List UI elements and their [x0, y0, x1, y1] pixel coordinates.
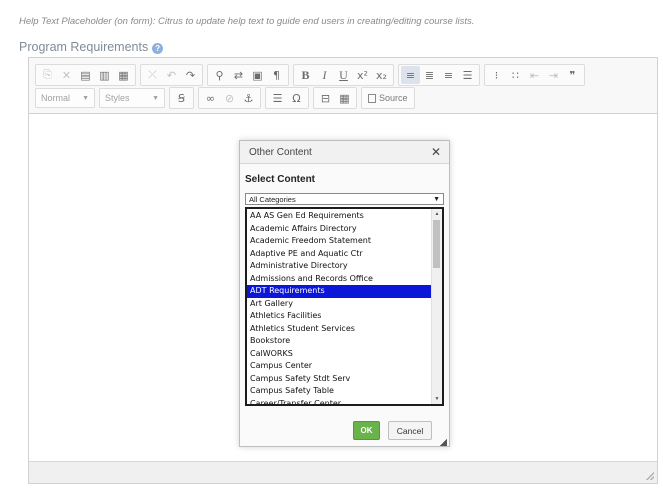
editor-statusbar — [29, 461, 657, 483]
source-group: Source — [361, 87, 415, 109]
justify-icon[interactable]: ☰ — [458, 66, 477, 84]
bold-icon[interactable]: B — [296, 66, 315, 84]
scroll-down-icon[interactable]: ▼ — [432, 394, 442, 404]
list-item[interactable]: Adaptive PE and Aquatic Ctr — [247, 248, 432, 261]
chevron-down-icon: ▼ — [82, 94, 89, 102]
clipboard-group: ⎘ ✕ ▤ ▥ ▦ — [35, 64, 136, 86]
select-content-heading: Select Content — [245, 174, 316, 185]
cut-icon[interactable]: ✕ — [57, 66, 76, 84]
program-requirements-label: Program Requirements? — [19, 40, 164, 54]
content-list-items: AA AS Gen Ed Requirements Academic Affair… — [247, 210, 432, 405]
styles-combo[interactable]: Styles ▼ — [99, 88, 165, 108]
horizontal-rule-icon[interactable]: ☰ — [268, 89, 287, 107]
info-icon[interactable]: ? — [152, 43, 164, 54]
list-item[interactable]: Administrative Directory — [247, 260, 432, 273]
list-scrollbar[interactable]: ▲ ▼ — [431, 209, 442, 404]
italic-icon[interactable]: I — [315, 66, 334, 84]
select-all-icon[interactable]: ▣ — [248, 66, 267, 84]
dialog-header[interactable]: Other Content ✕ — [240, 141, 449, 164]
align-center-icon[interactable]: ≣ — [420, 66, 439, 84]
paste-icon[interactable]: ▤ — [76, 66, 95, 84]
resize-grip-icon[interactable] — [646, 472, 654, 480]
editor-toolbar: ⎘ ✕ ▤ ▥ ▦ ⤫ ↶ ↷ ⚲ ⇄ ▣ ¶ B I U x² x₂ ≡ ≣ … — [29, 58, 657, 114]
field-label: Program Requirements — [19, 40, 149, 54]
blockquote-icon[interactable]: ❞ — [563, 66, 582, 84]
list-item[interactable]: Academic Affairs Directory — [247, 223, 432, 236]
subscript-icon[interactable]: x₂ — [372, 66, 391, 84]
redo-icon[interactable]: ↷ — [181, 66, 200, 84]
styles-combo-label: Styles — [105, 93, 130, 103]
scroll-up-icon[interactable]: ▲ — [432, 209, 442, 219]
spellcheck-icon[interactable]: ¶ — [267, 66, 286, 84]
list-item[interactable]: Campus Center — [247, 360, 432, 373]
dialog-body: Select Content All Categories ▼ AA AS Ge… — [245, 174, 445, 406]
source-label: Source — [379, 93, 408, 103]
chevron-down-icon: ▼ — [152, 94, 159, 102]
replace-icon[interactable]: ⇄ — [229, 66, 248, 84]
source-button[interactable]: Source — [364, 93, 412, 103]
list-item[interactable]: Campus Safety Table — [247, 385, 432, 398]
scroll-thumb[interactable] — [433, 220, 440, 268]
list-item[interactable]: ADT Requirements — [247, 285, 432, 298]
find-icon[interactable]: ⚲ — [210, 66, 229, 84]
other-content-dialog: Other Content ✕ Select Content All Categ… — [239, 140, 450, 447]
insert-group: ☰ Ω — [265, 87, 309, 109]
dialog-title: Other Content — [249, 146, 312, 158]
link-icon[interactable]: ∞ — [201, 89, 220, 107]
align-right-icon[interactable]: ≡ — [439, 66, 458, 84]
source-icon — [368, 93, 376, 103]
list-item[interactable]: Career/Transfer Center — [247, 398, 432, 405]
list-item[interactable]: Bookstore — [247, 335, 432, 348]
anchor-icon[interactable]: ⚓ — [239, 89, 258, 107]
dialog-footer: OK Cancel — [240, 418, 449, 448]
list-item[interactable]: Athletics Student Services — [247, 323, 432, 336]
list-item[interactable]: Athletics Facilities — [247, 310, 432, 323]
insert-group-2: ⊟ ▦ — [313, 87, 357, 109]
find-group: ⚲ ⇄ ▣ ¶ — [207, 64, 289, 86]
outdent-icon[interactable]: ⇤ — [525, 66, 544, 84]
chevron-down-icon: ▼ — [433, 195, 440, 203]
text-style-group: B I U x² x₂ — [293, 64, 394, 86]
content-listbox[interactable]: AA AS Gen Ed Requirements Academic Affair… — [245, 207, 444, 406]
align-left-icon[interactable]: ≡ — [401, 66, 420, 84]
clear-style-group: Ꞩ — [169, 87, 194, 109]
numbered-list-icon[interactable]: ⁝ — [487, 66, 506, 84]
link-group: ∞ ⊘ ⚓ — [198, 87, 261, 109]
table-icon[interactable]: ▦ — [335, 89, 354, 107]
list-item[interactable]: Art Gallery — [247, 298, 432, 311]
undo-group: ⤫ ↶ ↷ — [140, 64, 203, 86]
special-char-icon[interactable]: Ω — [287, 89, 306, 107]
underline-icon[interactable]: U — [334, 66, 353, 84]
toolbar-row-1: ⎘ ✕ ▤ ▥ ▦ ⤫ ↶ ↷ ⚲ ⇄ ▣ ¶ B I U x² x₂ ≡ ≣ … — [35, 64, 589, 86]
format-combo-label: Normal — [41, 93, 71, 103]
list-item[interactable]: Campus Safety Stdt Serv — [247, 373, 432, 386]
ok-button[interactable]: OK — [353, 421, 380, 440]
dialog-resize-icon[interactable] — [439, 438, 447, 446]
paste-word-icon[interactable]: ▦ — [114, 66, 133, 84]
list-item[interactable]: Admissions and Records Office — [247, 273, 432, 286]
other-content-icon[interactable]: ⊟ — [316, 89, 335, 107]
toolbar-row-2: Normal ▼ Styles ▼ Ꞩ ∞ ⊘ ⚓ ☰ Ω ⊟ ▦ Source — [35, 87, 419, 109]
unlink-icon[interactable]: ⊘ — [220, 89, 239, 107]
align-group: ≡ ≣ ≡ ☰ — [398, 64, 480, 86]
category-select[interactable]: All Categories ▼ — [245, 193, 444, 205]
list-group: ⁝ ∷ ⇤ ⇥ ❞ — [484, 64, 585, 86]
format-combo[interactable]: Normal ▼ — [35, 88, 95, 108]
list-item[interactable]: CalWORKS — [247, 348, 432, 361]
remove-style-icon[interactable]: Ꞩ — [172, 89, 191, 107]
superscript-icon[interactable]: x² — [353, 66, 372, 84]
copy-icon[interactable]: ⎘ — [38, 66, 57, 84]
help-text: Help Text Placeholder (on form): Citrus … — [19, 16, 475, 27]
category-select-value: All Categories — [249, 194, 296, 204]
bulleted-list-icon[interactable]: ∷ — [506, 66, 525, 84]
remove-format-icon[interactable]: ⤫ — [143, 66, 162, 84]
indent-icon[interactable]: ⇥ — [544, 66, 563, 84]
close-icon[interactable]: ✕ — [431, 145, 441, 159]
list-item[interactable]: AA AS Gen Ed Requirements — [247, 210, 432, 223]
undo-icon[interactable]: ↶ — [162, 66, 181, 84]
paste-text-icon[interactable]: ▥ — [95, 66, 114, 84]
cancel-button[interactable]: Cancel — [388, 421, 432, 440]
list-item[interactable]: Academic Freedom Statement — [247, 235, 432, 248]
